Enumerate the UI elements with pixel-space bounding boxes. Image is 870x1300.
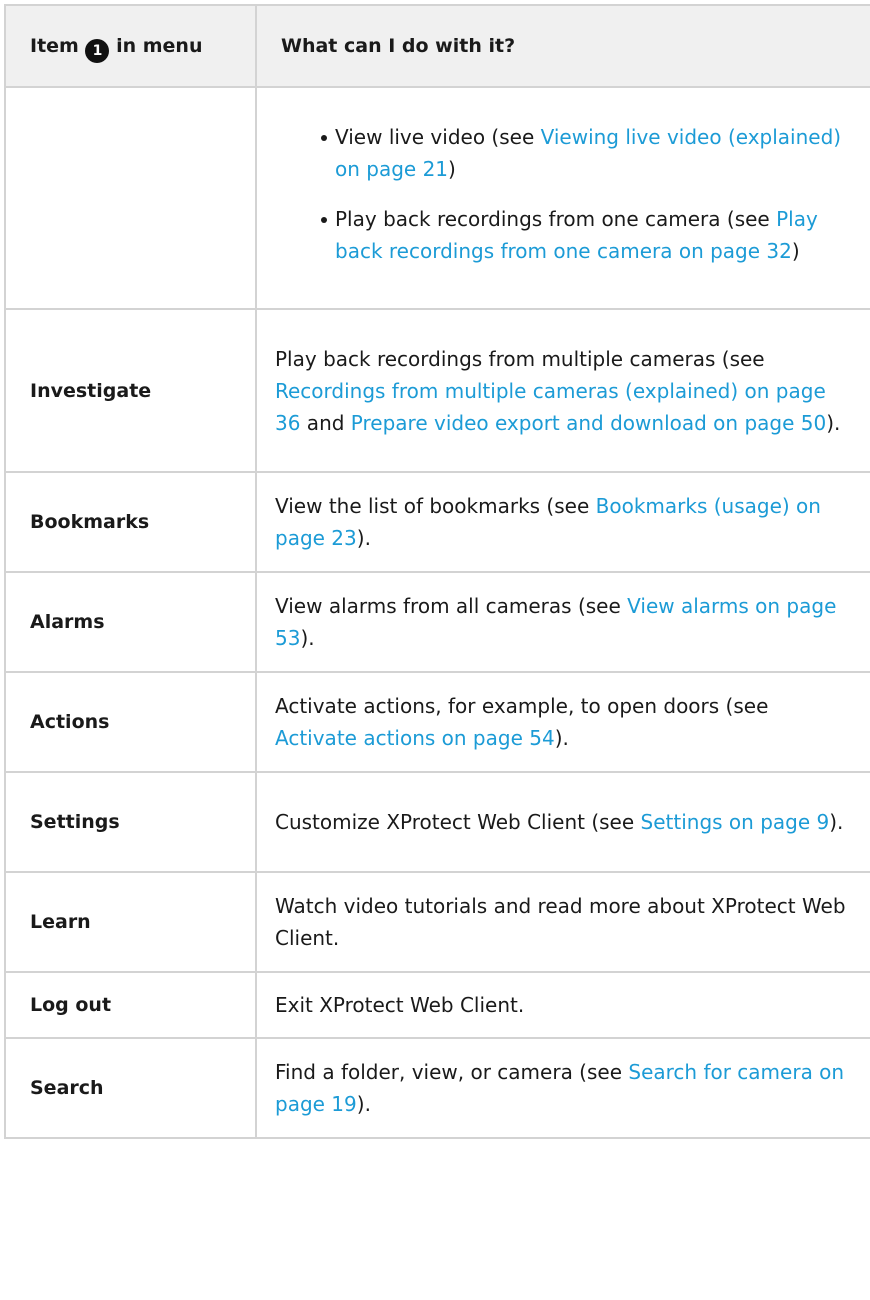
desc-text: Find a folder, view, or camera (see — [275, 1060, 629, 1084]
description-cell: View the list of bookmarks (see Bookmark… — [255, 471, 870, 573]
desc-text: Play back recordings from multiple camer… — [275, 346, 765, 371]
table-row: View live video (see Viewing live video … — [4, 86, 870, 310]
header-in-menu-text: in menu — [116, 34, 203, 57]
table-row: Settings Customize XProtect Web Client (… — [4, 771, 870, 873]
desc-text: ). — [829, 810, 844, 834]
description-cell: View alarms from all cameras (see View a… — [255, 571, 870, 673]
item-search: Search — [4, 1037, 257, 1139]
table-row: Search Find a folder, view, or camera (s… — [4, 1037, 870, 1139]
table-row: Learn Watch video tutorials and read mor… — [4, 871, 870, 973]
header-item-text: Item — [30, 34, 79, 57]
header-what-can-i-do: What can I do with it? — [255, 4, 870, 88]
bullet-text-end: ) — [791, 239, 800, 263]
table-header-row: Item 1 in menu What can I do with it? — [4, 4, 870, 88]
description-cell: Customize XProtect Web Client (see Setti… — [255, 771, 870, 873]
item-actions: Actions — [4, 671, 257, 773]
table-row: Log out Exit XProtect Web Client. — [4, 971, 870, 1039]
item-log-out: Log out — [4, 971, 257, 1039]
desc-text: ). — [554, 726, 569, 750]
item-learn: Learn — [4, 871, 257, 973]
number-one-icon: 1 — [85, 38, 110, 63]
item-settings: Settings — [4, 771, 257, 873]
desc-text: Customize XProtect Web Client (see — [275, 810, 641, 834]
desc-text: ). — [826, 410, 841, 435]
table-row: Investigate Play back recordings from mu… — [4, 308, 870, 473]
desc-text: ). — [300, 626, 315, 650]
description-cell: Play back recordings from multiple camer… — [255, 308, 870, 473]
desc-text: ). — [356, 526, 371, 550]
link-prepare-video-export[interactable]: Prepare video export and download on pag… — [351, 411, 826, 435]
item-cell-empty — [4, 86, 257, 310]
item-alarms: Alarms — [4, 571, 257, 673]
desc-text: View the list of bookmarks (see — [275, 494, 596, 518]
link-activate-actions[interactable]: Activate actions on page 54 — [275, 726, 555, 750]
item-investigate: Investigate — [4, 308, 257, 473]
menu-items-table: Item 1 in menu What can I do with it? Vi… — [4, 4, 870, 1139]
header-item-in-menu: Item 1 in menu — [4, 4, 257, 88]
desc-text: Activate actions, for example, to open d… — [275, 694, 769, 718]
item-bookmarks: Bookmarks — [4, 471, 257, 573]
bullet-text: View live video (see — [335, 125, 541, 149]
table-row: Actions Activate actions, for example, t… — [4, 671, 870, 773]
desc-text: View alarms from all cameras (see — [275, 594, 628, 618]
desc-text: and — [300, 410, 351, 435]
bullet-text: Play back recordings from one camera (se… — [335, 207, 777, 231]
description-cell: Exit XProtect Web Client. — [255, 971, 870, 1039]
desc-text: ). — [356, 1092, 371, 1116]
description-cell: Activate actions, for example, to open d… — [255, 671, 870, 773]
description-cell: Watch video tutorials and read more abou… — [255, 871, 870, 973]
table-row: Alarms View alarms from all cameras (see… — [4, 571, 870, 673]
bullet-list: View live video (see Viewing live video … — [257, 121, 854, 267]
table-row: Bookmarks View the list of bookmarks (se… — [4, 471, 870, 573]
link-settings[interactable]: Settings on page 9 — [641, 810, 830, 834]
description-cell: View live video (see Viewing live video … — [255, 86, 870, 310]
list-item: View live video (see Viewing live video … — [321, 121, 854, 185]
description-cell: Find a folder, view, or camera (see Sear… — [255, 1037, 870, 1139]
list-item: Play back recordings from one camera (se… — [321, 203, 854, 267]
bullet-text-end: ) — [448, 157, 456, 181]
